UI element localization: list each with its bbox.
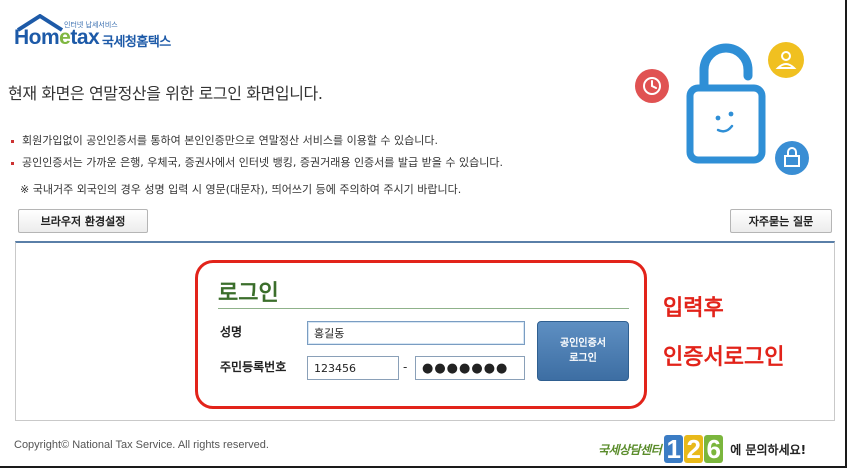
- logo-wordmark: Hometax: [14, 26, 100, 49]
- browser-settings-button[interactable]: 브라우저 환경설정: [18, 209, 148, 233]
- callcenter-digit: 6: [704, 435, 724, 463]
- name-label: 성명: [220, 325, 243, 339]
- unlock-icon: [686, 43, 766, 164]
- info-bullet: 공인인증서는 가까운 은행, 우체국, 증권사에서 인터넷 뱅킹, 증권거래용 …: [10, 152, 503, 174]
- user-icon: [768, 42, 804, 78]
- callcenter-tail: 에 문의하세요!: [730, 442, 807, 457]
- copyright-text: Copyright© National Tax Service. All rig…: [14, 439, 269, 451]
- cert-button-line1: 공인인증서: [560, 338, 606, 349]
- rrn-label: 주민등록번호: [220, 360, 287, 374]
- callcenter-digit: 1: [664, 435, 684, 463]
- rrn-separator: -: [403, 360, 408, 374]
- callcenter-banner[interactable]: 국세상담센터 1 2 6 에 문의하세요!: [598, 433, 834, 465]
- callcenter-digit: 2: [684, 435, 704, 463]
- logo-name-korean: 국세청홈택스: [102, 35, 171, 50]
- hometax-logo[interactable]: 인터넷 납세서비스 Hometax 국세청홈택스: [14, 12, 204, 52]
- rrn-front-input[interactable]: 123456: [307, 356, 399, 380]
- callcenter-number: 1 2 6: [664, 435, 724, 463]
- clock-icon: [635, 69, 669, 103]
- info-bullet: 회원가입없이 공인인증서를 통하여 본인인증만으로 연말정산 서비스를 이용할 …: [10, 130, 503, 152]
- name-input[interactable]: 홍길동: [307, 321, 525, 345]
- small-lock-icon: [775, 141, 809, 175]
- certificate-login-button[interactable]: 공인인증서 로그인: [537, 321, 629, 381]
- padlock-illustration: [635, 42, 809, 175]
- login-title: 로그인: [218, 281, 279, 306]
- page-headline: 현재 화면은 연말정산을 위한 로그인 화면입니다.: [8, 84, 323, 103]
- annotation-line2: 인증서로그인: [663, 345, 785, 370]
- cert-button-line2: 로그인: [569, 353, 597, 364]
- title-divider: [218, 308, 629, 309]
- callcenter-label: 국세상담센터: [598, 442, 662, 457]
- annotation-line1: 입력후: [663, 296, 724, 321]
- info-bullet-list: 회원가입없이 공인인증서를 통하여 본인인증만으로 연말정산 서비스를 이용할 …: [10, 130, 503, 174]
- faq-button[interactable]: 자주묻는 질문: [730, 209, 832, 233]
- foreigner-note: ※ 국내거주 외국인의 경우 성명 입력 시 영문(대문자), 띄어쓰기 등에 …: [20, 183, 462, 196]
- rrn-back-input[interactable]: ●●●●●●●: [415, 356, 525, 380]
